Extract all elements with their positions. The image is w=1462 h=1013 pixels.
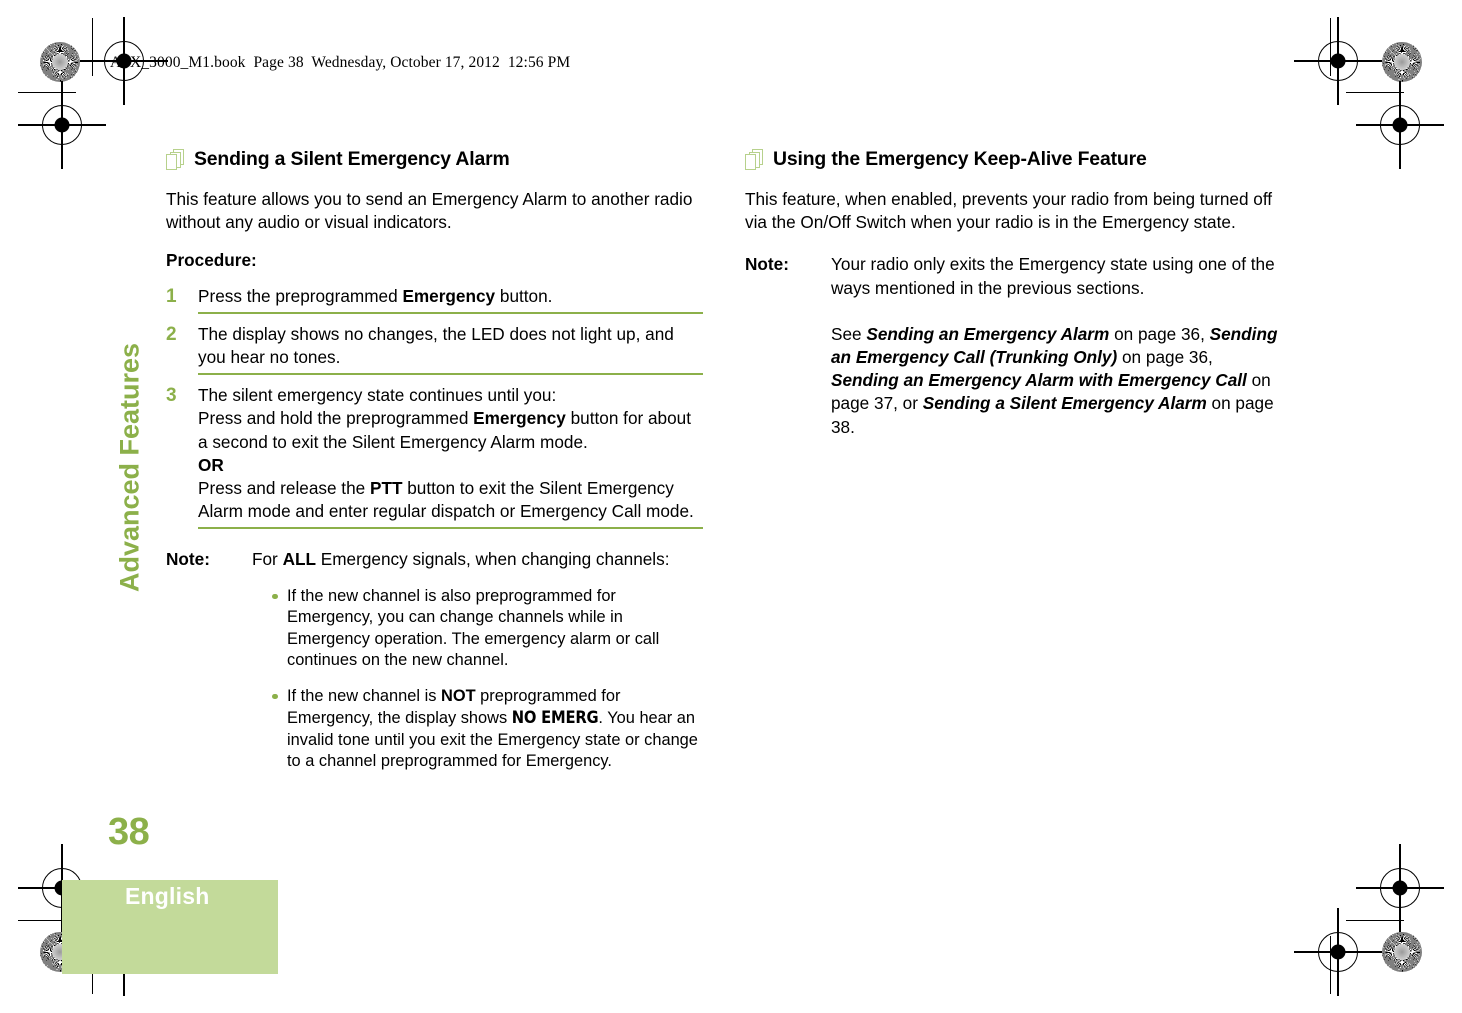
registration-mark-top-right-outer — [1356, 81, 1444, 169]
text-run: on page 36, — [1109, 323, 1210, 344]
text-run: See — [831, 323, 867, 344]
left-section-heading: Sending a Silent Emergency Alarm — [166, 148, 703, 171]
step-text: The display shows no changes, the LED do… — [198, 324, 674, 367]
stacked-pages-icon — [745, 149, 764, 171]
file-info-slug: APX_3000_M1.book Page 38 Wednesday, Octo… — [110, 54, 571, 71]
text-run: on page 36, — [1117, 347, 1213, 368]
text-run: The silent emergency state continues unt… — [198, 385, 557, 406]
right-intro-paragraph: This feature, when enabled, prevents you… — [745, 189, 1273, 233]
step-text: The silent emergency state continues unt… — [198, 385, 694, 521]
bold-term: Emergency — [473, 408, 566, 429]
left-note: Note: For ALL Emergency signals, when ch… — [166, 548, 703, 772]
language-label: English — [125, 883, 210, 909]
text-run: Press and release the — [198, 478, 370, 499]
procedure-step: 2 The display shows no changes, the LED d… — [166, 323, 703, 369]
right-note-body: Your radio only exits the Emergency stat… — [831, 253, 1282, 438]
note-bullet-item: If the new channel is NOT preprogrammed … — [270, 686, 703, 773]
step-text: Press the preprogrammed Emergency button… — [198, 286, 552, 306]
left-column: Sending a Silent Emergency Alarm This fe… — [166, 148, 703, 773]
right-section-heading: Using the Emergency Keep-Alive Feature — [745, 148, 1282, 171]
page-number: 38 — [108, 811, 150, 853]
text-run: Your radio only exits the Emergency stat… — [831, 254, 1275, 298]
step-number: 3 — [166, 385, 177, 407]
crop-line-top-right — [1346, 92, 1404, 94]
left-note-bullets: If the new channel is also preprogrammed… — [252, 586, 703, 773]
left-note-label: Note: — [166, 549, 210, 570]
chapter-tab-label: Advanced Features — [114, 342, 145, 593]
procedure-step: 3 The silent emergency state continues un… — [166, 384, 703, 523]
procedure-step: 1 Press the preprogrammed Emergency butto… — [166, 285, 703, 308]
registration-mark-bottom-right-inner — [1294, 908, 1382, 996]
procedure-steps: 1 Press the preprogrammed Emergency butto… — [166, 285, 703, 530]
right-column: Using the Emergency Keep-Alive Feature T… — [745, 148, 1282, 439]
step-divider — [198, 527, 703, 530]
stacked-pages-icon — [166, 149, 185, 171]
bold-term: ALL — [282, 549, 316, 570]
rosette-mark-top-left — [40, 42, 80, 82]
rosette-mark-bottom-right — [1382, 932, 1422, 972]
cross-reference: Sending an Emergency Alarm — [866, 323, 1110, 344]
crop-line-top-left — [18, 92, 76, 94]
step-number: 2 — [166, 323, 177, 345]
display-text: NO EMERG — [511, 708, 599, 728]
text-run: button. — [495, 285, 553, 306]
text-run: If the new channel is also preprogrammed… — [287, 586, 660, 670]
rosette-mark-top-right — [1382, 42, 1422, 82]
text-run: If the new channel is — [287, 686, 441, 705]
registration-mark-top-right-inner — [1294, 17, 1382, 105]
cross-reference: Sending a Silent Emergency Alarm — [922, 393, 1207, 414]
registration-mark-bottom-right-outer — [1356, 844, 1444, 932]
left-note-body: For ALL Emergency signals, when changing… — [252, 548, 703, 571]
text-run: Press and hold the preprogrammed — [198, 408, 474, 429]
step-number: 1 — [166, 285, 177, 307]
registration-mark-top-left-outer — [18, 81, 106, 169]
text-run: For — [252, 549, 283, 570]
crop-line-bottom-right — [1346, 920, 1404, 922]
crop-line-right-top — [1330, 18, 1332, 76]
text-run: Press the preprogrammed — [198, 285, 403, 306]
right-note-label: Note: — [745, 254, 789, 275]
note-bullet-item: If the new channel is also preprogrammed… — [270, 586, 703, 672]
crop-line-left-top — [92, 18, 94, 76]
text-run: Emergency signals, when changing channel… — [315, 549, 670, 570]
left-intro-paragraph: This feature allows you to send an Emerg… — [166, 189, 693, 233]
step-divider — [198, 373, 703, 376]
right-note: Note: Your radio only exits the Emergenc… — [745, 253, 1282, 438]
cross-reference: Sending an Emergency Alarm with Emergenc… — [831, 370, 1247, 391]
bold-term: Emergency — [402, 285, 496, 306]
left-section-heading-text: Sending a Silent Emergency Alarm — [194, 148, 510, 170]
text-run: The display shows no changes, the LED do… — [198, 323, 674, 368]
crop-line-right-bottom — [1330, 936, 1332, 994]
bold-term: PTT — [369, 478, 403, 499]
bold-term: OR — [198, 454, 224, 475]
right-section-heading-text: Using the Emergency Keep-Alive Feature — [773, 148, 1147, 170]
step-divider — [198, 311, 703, 314]
bold-term: NOT — [440, 686, 476, 705]
procedure-label: Procedure: — [166, 250, 257, 271]
